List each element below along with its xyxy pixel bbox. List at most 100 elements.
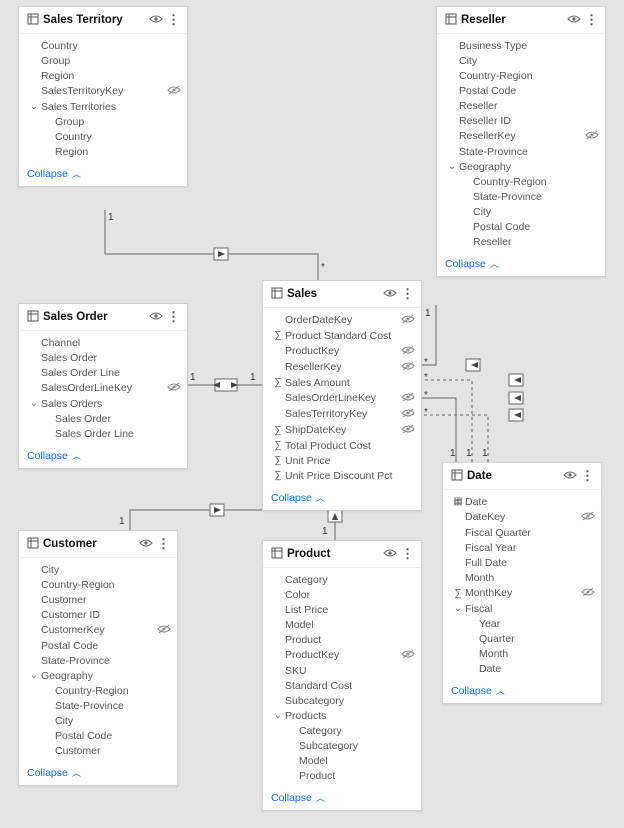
field-row[interactable]: City (437, 204, 605, 219)
field-row[interactable]: Postal Code (19, 638, 177, 653)
field-row[interactable]: Group (19, 53, 187, 68)
field-row[interactable]: ⌄Fiscal (443, 601, 601, 616)
field-row[interactable]: Month (443, 570, 601, 585)
field-row[interactable]: ⌄Geography (437, 159, 605, 174)
table-sales-order[interactable]: Sales Order⋮ChannelSales OrderSales Orde… (18, 303, 188, 469)
field-row[interactable]: State-Province (437, 189, 605, 204)
field-row[interactable]: Customer (19, 592, 177, 607)
field-row[interactable]: Category (263, 723, 421, 738)
collapse-link[interactable]: Collapse ︿ (19, 762, 177, 785)
field-row[interactable]: Fiscal Quarter (443, 525, 601, 540)
field-row[interactable]: Fiscal Year (443, 540, 601, 555)
field-row[interactable]: Region (19, 144, 187, 159)
table-header[interactable]: Date⋮ (443, 463, 601, 490)
table-product[interactable]: Product⋮CategoryColorList PriceModelProd… (262, 540, 422, 811)
field-row[interactable]: Postal Code (437, 83, 605, 98)
table-header[interactable]: Sales Territory⋮ (19, 7, 187, 34)
field-row[interactable]: ⌄Geography (19, 668, 177, 683)
collapse-link[interactable]: Collapse ︿ (443, 680, 601, 703)
collapse-link[interactable]: Collapse ︿ (437, 253, 605, 276)
visibility-icon[interactable] (563, 470, 577, 483)
field-row[interactable]: ProductKey (263, 647, 421, 663)
field-row[interactable]: Reseller ID (437, 113, 605, 128)
field-row[interactable]: ResellerKey (263, 359, 421, 375)
field-row[interactable]: Postal Code (19, 728, 177, 743)
more-options-icon[interactable]: ⋮ (157, 536, 171, 552)
field-row[interactable]: City (437, 53, 605, 68)
field-row[interactable]: ▦Date (443, 494, 601, 509)
more-options-icon[interactable]: ⋮ (401, 286, 415, 302)
table-header[interactable]: Sales⋮ (263, 281, 421, 308)
field-row[interactable]: Country-Region (19, 577, 177, 592)
field-row[interactable]: Customer (19, 743, 177, 758)
field-row[interactable]: Customer ID (19, 607, 177, 622)
field-row[interactable]: ∑Total Product Cost (263, 438, 421, 453)
field-row[interactable]: Country-Region (437, 174, 605, 189)
field-row[interactable]: Sales Order (19, 411, 187, 426)
field-row[interactable]: Year (443, 616, 601, 631)
field-row[interactable]: Group (19, 114, 187, 129)
field-row[interactable]: DateKey (443, 509, 601, 525)
field-row[interactable]: Reseller (437, 98, 605, 113)
more-options-icon[interactable]: ⋮ (167, 309, 181, 325)
field-row[interactable]: State-Province (19, 653, 177, 668)
table-sales-territory[interactable]: Sales Territory⋮CountryGroupRegionSalesT… (18, 6, 188, 187)
field-row[interactable]: List Price (263, 602, 421, 617)
table-sales[interactable]: Sales⋮ OrderDateKey∑Product Standard Cost… (262, 280, 422, 511)
more-options-icon[interactable]: ⋮ (585, 12, 599, 28)
field-row[interactable]: Business Type (437, 38, 605, 53)
field-row[interactable]: Model (263, 753, 421, 768)
visibility-icon[interactable] (149, 14, 163, 27)
field-row[interactable]: ∑MonthKey (443, 585, 601, 601)
field-row[interactable]: ∑ShipDateKey (263, 422, 421, 438)
field-row[interactable]: Product (263, 768, 421, 783)
visibility-icon[interactable] (383, 288, 397, 301)
visibility-icon[interactable] (567, 14, 581, 27)
field-row[interactable]: ∑Unit Price (263, 453, 421, 468)
field-row[interactable]: Sales Order (19, 350, 187, 365)
field-row[interactable]: Product (263, 632, 421, 647)
table-header[interactable]: Reseller⋮ (437, 7, 605, 34)
field-row[interactable]: ⌄Products (263, 708, 421, 723)
visibility-icon[interactable] (383, 548, 397, 561)
field-row[interactable]: Country-Region (437, 68, 605, 83)
field-row[interactable]: Standard Cost (263, 678, 421, 693)
visibility-icon[interactable] (139, 538, 153, 551)
field-row[interactable]: ⌄Sales Territories (19, 99, 187, 114)
field-row[interactable]: Color (263, 587, 421, 602)
field-row[interactable]: Channel (19, 335, 187, 350)
field-row[interactable]: State-Province (437, 144, 605, 159)
field-row[interactable]: OrderDateKey (263, 312, 421, 328)
field-row[interactable]: ∑Product Standard Cost (263, 328, 421, 343)
field-row[interactable]: Country (19, 38, 187, 53)
field-row[interactable]: SalesTerritoryKey (19, 83, 187, 99)
field-row[interactable]: Region (19, 68, 187, 83)
more-options-icon[interactable]: ⋮ (581, 468, 595, 484)
field-row[interactable]: State-Province (19, 698, 177, 713)
field-row[interactable]: Date (443, 661, 601, 676)
field-row[interactable]: SKU (263, 663, 421, 678)
field-row[interactable]: Month (443, 646, 601, 661)
more-options-icon[interactable]: ⋮ (167, 12, 181, 28)
field-row[interactable]: CustomerKey (19, 622, 177, 638)
field-row[interactable]: Full Date (443, 555, 601, 570)
field-row[interactable]: City (19, 562, 177, 577)
table-date[interactable]: Date⋮▦DateDateKeyFiscal QuarterFiscal Ye… (442, 462, 602, 704)
field-row[interactable]: Sales Order Line (19, 426, 187, 441)
table-reseller[interactable]: Reseller⋮Business TypeCityCountry-Region… (436, 6, 606, 277)
field-row[interactable]: Sales Order Line (19, 365, 187, 380)
field-row[interactable]: ResellerKey (437, 128, 605, 144)
field-row[interactable]: Quarter (443, 631, 601, 646)
collapse-link[interactable]: Collapse ︿ (263, 787, 421, 810)
field-row[interactable]: ProductKey (263, 343, 421, 359)
field-row[interactable]: ∑Unit Price Discount Pct (263, 468, 421, 483)
field-row[interactable]: SalesOrderLineKey (19, 380, 187, 396)
collapse-link[interactable]: Collapse ︿ (19, 163, 187, 186)
field-row[interactable]: ⌄Sales Orders (19, 396, 187, 411)
field-row[interactable]: SalesOrderLineKey (263, 390, 421, 406)
collapse-link[interactable]: Collapse ︿ (19, 445, 187, 468)
field-row[interactable]: Reseller (437, 234, 605, 249)
table-header[interactable]: Customer⋮ (19, 531, 177, 558)
field-row[interactable]: Model (263, 617, 421, 632)
table-header[interactable]: Product⋮ (263, 541, 421, 568)
